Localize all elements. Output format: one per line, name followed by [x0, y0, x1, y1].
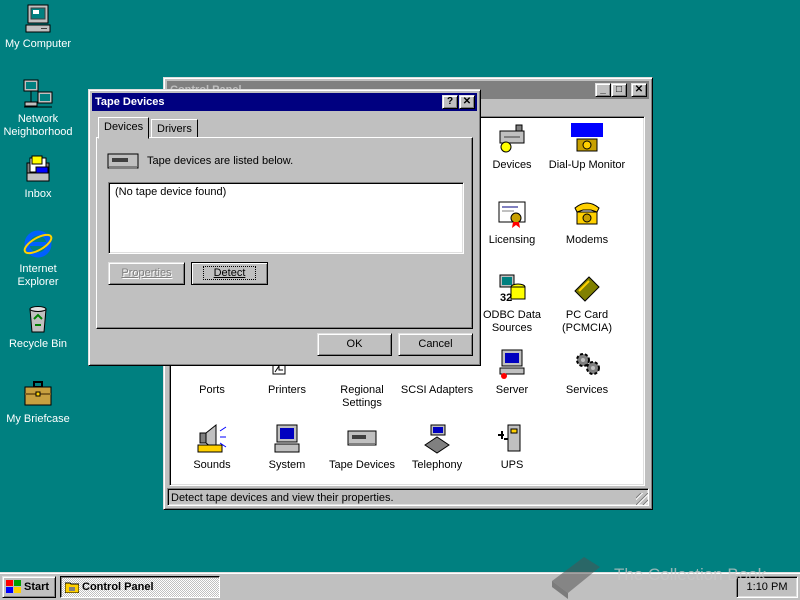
cp-item-sounds[interactable]: Sounds — [170, 423, 254, 472]
cp-item-dial-up-monitor[interactable]: Dial-Up Monitor — [545, 123, 629, 172]
detect-button[interactable]: Detect — [191, 262, 268, 285]
svg-text:32: 32 — [500, 292, 512, 304]
dialog-title: Tape Devices — [95, 96, 165, 108]
server-icon — [499, 349, 525, 379]
inbox-icon — [26, 155, 50, 182]
pc-card-icon — [574, 276, 600, 302]
internet-explorer-icon — [23, 230, 53, 258]
cp-item-tape-devices[interactable]: Tape Devices — [320, 423, 404, 472]
system-icon — [274, 424, 300, 453]
tape-device-icon — [107, 153, 139, 169]
start-label: Start — [24, 581, 50, 594]
cp-item-services[interactable]: Services — [545, 348, 629, 397]
cp-item-ups[interactable]: UPS — [470, 423, 554, 472]
desktop-icon-label: My Computer — [4, 38, 72, 50]
desktop-icon-label: Inbox — [24, 188, 52, 200]
cp-item-label: Sounds — [193, 459, 231, 471]
cp-item-pc-card[interactable]: PC Card (PCMCIA) — [545, 273, 629, 335]
tab-label: Devices — [104, 121, 144, 133]
cp-item-label: Modems — [565, 234, 609, 246]
desktop-icon-recycle-bin[interactable]: Recycle Bin — [0, 303, 76, 351]
tape-device-list[interactable]: (No tape device found) — [108, 182, 464, 254]
my-computer-icon — [25, 4, 51, 33]
tab-devices[interactable]: Devices — [98, 117, 150, 139]
tab-label: Drivers — [157, 123, 192, 135]
desktop-icon-label: Recycle Bin — [8, 338, 68, 350]
close-button[interactable]: ✕ — [631, 83, 647, 97]
modems-icon — [574, 202, 600, 225]
desktop-icon-label: My Briefcase — [6, 413, 70, 425]
cancel-label: Cancel — [418, 338, 453, 350]
ok-button[interactable]: OK — [317, 333, 392, 356]
cp-item-modems[interactable]: Modems — [545, 198, 629, 247]
licensing-icon — [498, 201, 526, 228]
close-button[interactable]: ✕ — [459, 95, 475, 109]
book-logo-icon — [552, 557, 600, 599]
ok-label: OK — [346, 338, 363, 350]
watermark: The Collection Book — [548, 551, 800, 600]
devices-description: Tape devices are listed below. — [147, 155, 294, 167]
sounds-icon — [197, 423, 227, 453]
cp-item-label: UPS — [500, 459, 524, 471]
cp-item-licensing[interactable]: Licensing — [470, 198, 554, 247]
recycle-bin-icon — [29, 306, 47, 333]
watermark-text: The Collection Book — [614, 565, 767, 584]
odbc-data-sources-icon: 32 — [499, 274, 526, 304]
ups-icon — [498, 424, 521, 452]
tape-devices-dialog: Tape Devices ? ✕ Devices Drivers Tape de… — [88, 89, 481, 366]
status-text: Detect tape devices and view their prope… — [171, 492, 394, 504]
devices-tab-panel: Tape devices are listed below. (No tape … — [96, 137, 473, 329]
cp-item-label: SCSI Adapters — [400, 384, 474, 396]
desktop-icon-label: Internet Explorer — [17, 263, 59, 288]
cp-item-label: Licensing — [488, 234, 536, 246]
minimize-button[interactable]: _ — [595, 83, 611, 97]
taskbar-button-control-panel[interactable]: Control Panel — [60, 576, 220, 598]
services-icon — [576, 353, 600, 375]
cp-item-label: Services — [565, 384, 609, 396]
cp-item-label: Printers — [268, 384, 306, 396]
cp-item-label: Devices — [492, 159, 532, 171]
properties-label: Properties — [121, 267, 172, 279]
cp-item-telephony[interactable]: Telephony — [395, 423, 479, 472]
properties-button: Properties — [108, 262, 185, 285]
list-item: (No tape device found) — [115, 186, 227, 198]
tape-devices-icon — [347, 430, 377, 446]
cp-item-server[interactable]: Server — [470, 348, 554, 397]
taskbar-button-label: Control Panel — [82, 581, 154, 594]
telephony-icon — [424, 424, 450, 454]
desktop-icon-my-computer[interactable]: My Computer — [0, 3, 76, 51]
control-panel-icon — [64, 582, 80, 594]
cp-item-label: Regional Settings — [340, 384, 384, 409]
desktop-icon-my-briefcase[interactable]: My Briefcase — [0, 378, 76, 426]
tab-drivers[interactable]: Drivers — [151, 119, 198, 139]
dialog-titlebar[interactable]: Tape Devices ? ✕ — [92, 93, 477, 111]
status-bar: Detect tape devices and view their prope… — [167, 488, 649, 506]
cp-item-label: PC Card (PCMCIA) — [561, 309, 613, 334]
cp-item-label: Server — [495, 384, 529, 396]
resize-grip[interactable] — [636, 493, 648, 505]
maximize-button[interactable]: □ — [611, 83, 627, 97]
cp-item-odbc-data-sources[interactable]: 32 ODBC Data Sources — [470, 273, 554, 335]
desktop-icon-inbox[interactable]: Inbox — [0, 153, 76, 201]
briefcase-icon — [24, 381, 52, 406]
devices-icon — [499, 124, 525, 153]
windows-logo-icon — [6, 580, 21, 594]
help-button[interactable]: ? — [442, 95, 458, 109]
cancel-button[interactable]: Cancel — [398, 333, 473, 356]
cp-item-label: System — [268, 459, 306, 471]
cp-item-label: Telephony — [411, 459, 463, 471]
cp-item-devices[interactable]: Devices — [470, 123, 554, 172]
cp-item-label: Ports — [199, 384, 225, 396]
desktop-icon-internet-explorer[interactable]: Internet Explorer — [0, 228, 76, 289]
detect-label: Detect — [202, 266, 257, 280]
network-neighborhood-icon — [23, 79, 53, 108]
dial-up-monitor-icon — [571, 123, 603, 152]
cp-item-system[interactable]: System — [245, 423, 329, 472]
desktop-icon-label: Network Neighborhood — [3, 113, 73, 138]
cp-item-label: Tape Devices — [328, 459, 396, 471]
cp-item-label: Dial-Up Monitor — [548, 159, 626, 171]
start-button[interactable]: Start — [2, 576, 56, 598]
desktop-icon-network-neighborhood[interactable]: Network Neighborhood — [0, 78, 76, 139]
cp-item-label: ODBC Data Sources — [482, 309, 542, 334]
